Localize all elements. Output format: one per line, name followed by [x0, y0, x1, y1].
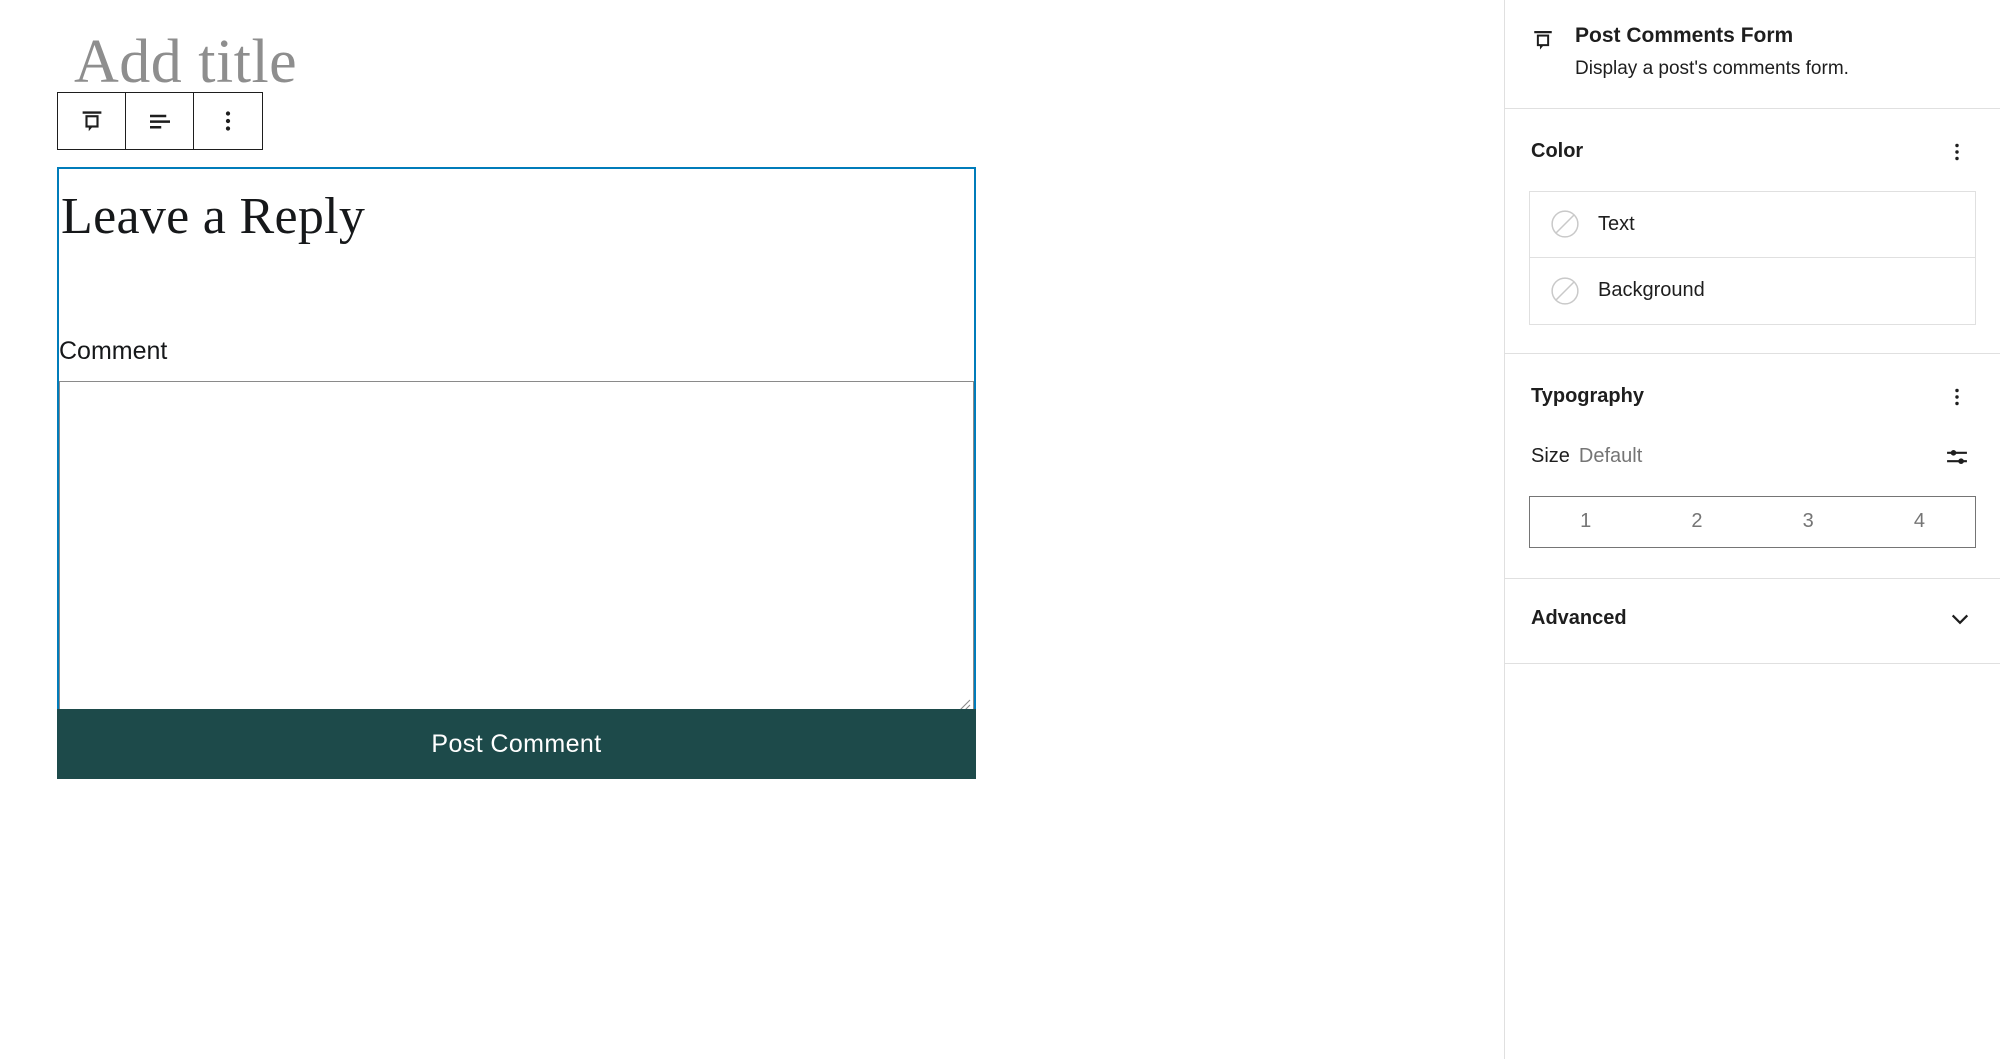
font-size-label: Size	[1531, 445, 1570, 468]
editor-canvas: Add title Leave a Reply Comment Post Com…	[0, 0, 1504, 1059]
align-left-icon	[149, 114, 170, 129]
color-panel-title: Color	[1531, 140, 1584, 163]
font-size-row: Size Default	[1505, 436, 2000, 478]
block-card-text: Post Comments Form Display a post's comm…	[1575, 22, 1849, 82]
post-comment-button[interactable]: Post Comment	[57, 709, 976, 779]
font-size-step-3[interactable]: 3	[1753, 497, 1864, 547]
block-toolbar	[57, 92, 263, 150]
chevron-down-icon	[1946, 605, 1974, 633]
color-options-list: Text Background	[1529, 190, 1976, 325]
font-size-step-1[interactable]: 1	[1530, 497, 1641, 547]
block-card: Post Comments Form Display a post's comm…	[1505, 0, 2000, 108]
no-color-icon	[1551, 277, 1579, 305]
leave-a-reply-heading: Leave a Reply	[61, 188, 366, 245]
post-comments-form-icon	[82, 111, 101, 132]
comment-field-label: Comment	[59, 337, 168, 365]
block-options-button[interactable]	[194, 93, 262, 149]
color-panel: Color Text Background	[1505, 109, 2000, 354]
kebab-menu-icon	[1955, 143, 1959, 161]
font-size-step-4[interactable]: 4	[1864, 497, 1975, 547]
block-card-title: Post Comments Form	[1575, 24, 1794, 47]
no-color-icon	[1551, 210, 1579, 239]
sliders-icon	[1947, 449, 1967, 464]
color-option-background[interactable]: Background	[1530, 257, 1975, 324]
font-size-step-2[interactable]: 2	[1641, 497, 1752, 547]
typography-panel: Typography Size Default 1 2 3 4	[1505, 354, 2000, 579]
block-card-description: Display a post's comments form.	[1575, 58, 1849, 80]
block-type-button[interactable]	[58, 93, 126, 149]
comment-textarea[interactable]	[59, 381, 974, 714]
post-comments-form-icon	[1529, 26, 1557, 54]
typography-panel-title: Typography	[1531, 385, 1644, 408]
advanced-panel-toggle[interactable]: Advanced	[1505, 579, 2000, 663]
typography-panel-header: Typography	[1505, 354, 2000, 436]
color-option-label: Background	[1598, 279, 1705, 302]
kebab-menu-icon	[1955, 388, 1959, 406]
color-option-text[interactable]: Text	[1530, 191, 1975, 258]
block-card-section: Post Comments Form Display a post's comm…	[1505, 0, 2000, 109]
sidebar-empty-area	[1505, 663, 2000, 1059]
color-panel-menu-button[interactable]	[1940, 135, 1974, 169]
post-comments-form-block[interactable]: Leave a Reply Comment Post Comment	[57, 167, 976, 779]
font-size-step-control[interactable]: 1 2 3 4	[1529, 495, 1976, 548]
advanced-panel-title: Advanced	[1531, 607, 1627, 630]
post-title-placeholder[interactable]: Add title	[74, 29, 297, 95]
font-size-value: Default	[1578, 445, 1643, 468]
advanced-panel: Advanced	[1505, 579, 2000, 664]
font-size-custom-button[interactable]	[1940, 440, 1974, 474]
block-settings-sidebar: Post Comments Form Display a post's comm…	[1504, 0, 2000, 1059]
align-button[interactable]	[126, 93, 194, 149]
color-option-label: Text	[1598, 212, 1635, 235]
typography-panel-menu-button[interactable]	[1940, 380, 1974, 414]
font-size-label-group: Size Default	[1531, 445, 1642, 468]
kebab-menu-icon	[225, 111, 231, 131]
color-panel-header: Color	[1505, 109, 2000, 191]
block-editor-screen: Add title Leave a Reply Comment Post Com…	[0, 0, 2000, 1059]
